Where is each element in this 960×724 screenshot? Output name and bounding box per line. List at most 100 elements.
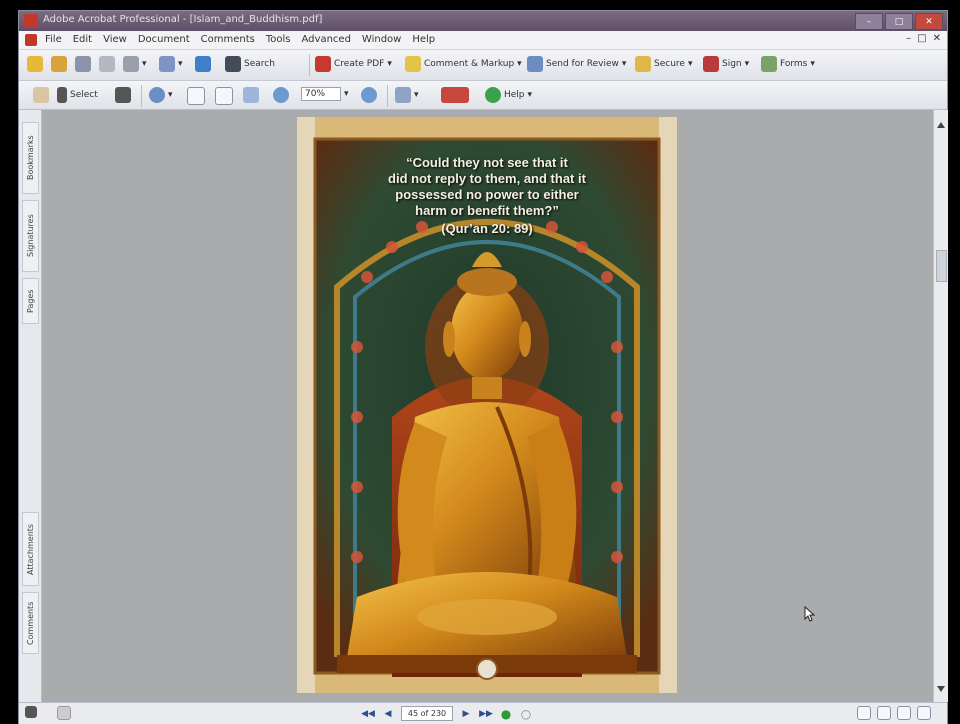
open-button[interactable] bbox=[27, 56, 43, 72]
document-size-icon bbox=[25, 706, 37, 718]
quote-line: “Could they not see that it bbox=[406, 155, 568, 170]
hand-tool[interactable] bbox=[33, 87, 49, 103]
create-icon bbox=[51, 56, 67, 72]
document-icon bbox=[25, 34, 37, 46]
lock-icon bbox=[635, 56, 651, 72]
minimize-button[interactable]: – bbox=[855, 13, 883, 30]
scroll-up-icon[interactable] bbox=[937, 122, 945, 128]
fit-page-button[interactable] bbox=[215, 87, 233, 105]
forms-button[interactable]: Forms ▾ bbox=[761, 56, 815, 72]
tab-attachments[interactable]: Attachments bbox=[22, 512, 39, 586]
next-view-icon[interactable]: ○ bbox=[519, 707, 533, 721]
menu-comments[interactable]: Comments bbox=[201, 34, 255, 45]
main-toolbar: ▾ ▾ Search Create PDF ▾ Comment & Markup ▾… bbox=[19, 50, 947, 81]
zoom-field[interactable]: 70% bbox=[301, 87, 341, 101]
create-pdf-button[interactable]: Create PDF ▾ bbox=[315, 56, 392, 72]
navigation-panel: Bookmarks Signatures Pages Attachments C… bbox=[19, 110, 42, 702]
save-button[interactable] bbox=[75, 56, 91, 72]
doc-minimize-icon[interactable]: – bbox=[906, 33, 911, 44]
help-button[interactable]: Help ▾ bbox=[485, 87, 532, 103]
single-page-layout-icon[interactable] bbox=[857, 706, 871, 720]
menu-tools[interactable]: Tools bbox=[266, 34, 291, 45]
menu-file[interactable]: File bbox=[45, 34, 62, 45]
menu-help[interactable]: Help bbox=[412, 34, 435, 45]
email-button[interactable] bbox=[195, 56, 211, 72]
cursor-icon bbox=[57, 87, 67, 103]
menu-document[interactable]: Document bbox=[138, 34, 190, 45]
tab-pages[interactable]: Pages bbox=[22, 278, 39, 324]
fit-width-button[interactable] bbox=[243, 87, 259, 103]
menu-view[interactable]: View bbox=[103, 34, 127, 45]
adobe-online-button[interactable] bbox=[441, 87, 469, 103]
select-tool[interactable]: Select bbox=[57, 87, 98, 103]
tab-signatures[interactable]: Signatures bbox=[22, 200, 39, 272]
comment-markup-button[interactable]: Comment & Markup ▾ bbox=[405, 56, 522, 72]
title-bar: Adobe Acrobat Professional - [Islam_and_… bbox=[19, 11, 947, 31]
close-button[interactable]: ✕ bbox=[915, 13, 943, 30]
tab-comments[interactable]: Comments bbox=[22, 592, 39, 654]
open-folder-icon bbox=[27, 56, 43, 72]
last-page-icon[interactable]: ▶▶ bbox=[479, 707, 493, 720]
zoom-select[interactable]: 70% ▾ bbox=[301, 87, 349, 101]
page-number-field[interactable]: 45 of 230 bbox=[401, 706, 453, 721]
menu-edit[interactable]: Edit bbox=[73, 34, 92, 45]
rotate-button[interactable]: ▾ bbox=[395, 87, 419, 103]
save-icon bbox=[75, 56, 91, 72]
page-navigation: ◀◀ ◀ 45 of 230 ▶ ▶▶ ● ○ bbox=[361, 706, 533, 721]
maximize-button[interactable]: □ bbox=[885, 13, 913, 30]
next-page-icon[interactable]: ▶ bbox=[459, 707, 473, 720]
quote-line: did not reply to them, and that it bbox=[388, 171, 586, 186]
zoom-tool[interactable]: ▾ bbox=[149, 87, 173, 103]
continuous-facing-layout-icon[interactable] bbox=[917, 706, 931, 720]
magnifier-icon bbox=[149, 87, 165, 103]
print-button[interactable] bbox=[99, 56, 115, 72]
pen-icon bbox=[703, 56, 719, 72]
mouse-pointer-icon bbox=[804, 606, 816, 622]
menu-advanced[interactable]: Advanced bbox=[302, 34, 351, 45]
organize-icon bbox=[123, 56, 139, 72]
doc-close-icon[interactable]: ✕ bbox=[933, 33, 941, 44]
help-icon bbox=[485, 87, 501, 103]
window-title: Adobe Acrobat Professional - [Islam_and_… bbox=[43, 14, 323, 25]
adobe-online-icon bbox=[441, 87, 469, 103]
first-page-icon[interactable]: ◀◀ bbox=[361, 707, 375, 720]
paperclip-icon bbox=[159, 56, 175, 72]
comment-icon bbox=[405, 56, 421, 72]
quote-text: “Could they not see that it did not repl… bbox=[327, 155, 647, 237]
quote-citation: (Qur’an 20: 89) bbox=[441, 221, 533, 236]
actual-size-button[interactable] bbox=[187, 87, 205, 105]
facing-layout-icon[interactable] bbox=[897, 706, 911, 720]
search-button[interactable]: Search bbox=[225, 56, 275, 72]
scroll-thumb[interactable] bbox=[936, 250, 947, 282]
zoom-in-icon bbox=[361, 87, 377, 103]
doc-restore-icon[interactable]: □ bbox=[917, 33, 926, 44]
continuous-layout-icon[interactable] bbox=[877, 706, 891, 720]
rotate-icon bbox=[395, 87, 411, 103]
acrobat-logo-icon bbox=[24, 14, 38, 28]
sign-button[interactable]: Sign ▾ bbox=[703, 56, 749, 72]
previous-view-icon[interactable]: ● bbox=[499, 707, 513, 721]
hand-icon bbox=[33, 87, 49, 103]
tasks-toolbar: Select ▾ 70% ▾ ▾ Help ▾ bbox=[19, 81, 947, 110]
organize-button[interactable]: ▾ bbox=[123, 56, 147, 72]
create-button[interactable] bbox=[51, 56, 67, 72]
vertical-scrollbar[interactable] bbox=[933, 110, 948, 702]
quote-line: harm or benefit them?” bbox=[415, 203, 559, 218]
binoculars-icon bbox=[225, 56, 241, 72]
fit-page-icon bbox=[215, 87, 233, 105]
menu-bar: File Edit View Document Comments Tools A… bbox=[19, 31, 947, 50]
attach-button[interactable]: ▾ bbox=[159, 56, 183, 72]
options-icon[interactable] bbox=[57, 706, 71, 720]
previous-page-icon[interactable]: ◀ bbox=[381, 707, 395, 720]
create-pdf-icon bbox=[315, 56, 331, 72]
zoom-out-button[interactable] bbox=[273, 87, 289, 103]
send-review-button[interactable]: Send for Review ▾ bbox=[527, 56, 626, 72]
email-icon bbox=[195, 56, 211, 72]
snapshot-tool[interactable] bbox=[115, 87, 131, 103]
zoom-in-button[interactable] bbox=[361, 87, 377, 103]
scroll-down-icon[interactable] bbox=[937, 686, 945, 692]
status-bar: ◀◀ ◀ 45 of 230 ▶ ▶▶ ● ○ bbox=[19, 702, 947, 724]
menu-window[interactable]: Window bbox=[362, 34, 401, 45]
tab-bookmarks[interactable]: Bookmarks bbox=[22, 122, 39, 194]
secure-button[interactable]: Secure ▾ bbox=[635, 56, 692, 72]
